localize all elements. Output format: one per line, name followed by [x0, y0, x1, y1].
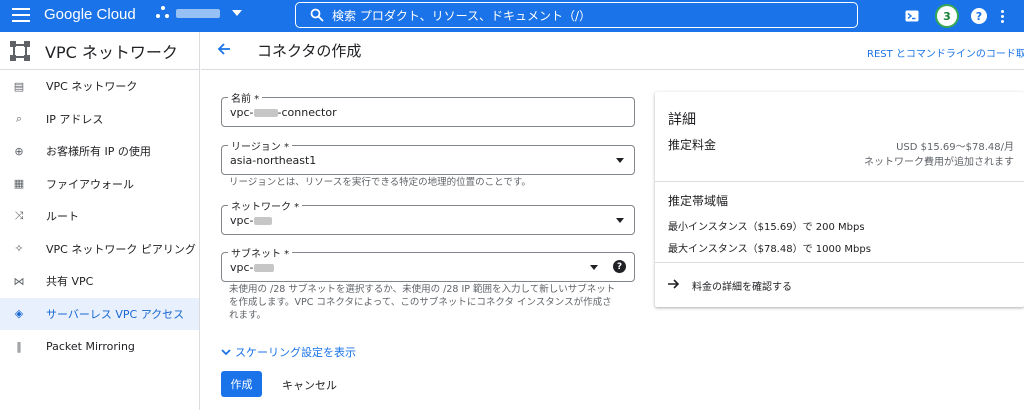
show-scaling-settings-link[interactable]: スケーリング設定を表示 [221, 344, 356, 360]
help-icon[interactable]: ? [971, 8, 987, 24]
dropdown-arrow-icon [616, 218, 624, 223]
subnet-hint-line: を作成します。VPC コネクタによって、このサブネットにコネクタ インスタンスが… [229, 297, 612, 308]
region-hint: リージョンとは、リソースを実行できる特定の地理的位置のことです。 [229, 177, 531, 188]
arrow-right-icon [668, 278, 680, 293]
chevron-down-icon [232, 10, 242, 16]
search-input[interactable]: 検索 プロダクト、リソース、ドキュメント（/） [295, 2, 858, 28]
sidebar-item-label: VPC ネットワーク [46, 80, 138, 94]
estimated-price-value: USD $15.69～$78.48/月 [896, 142, 1014, 153]
redacted-text [253, 217, 272, 225]
sidebar-item-label: ファイアウォール [46, 177, 134, 191]
ip-address-icon: ⌕ [15, 111, 23, 125]
network-cost-note: ネットワーク費用が追加されます [864, 157, 1014, 168]
vpc-networks-icon: ▤ [13, 79, 25, 93]
name-field[interactable]: 名前 * vpc- -connector [221, 90, 635, 127]
redacted-text [253, 109, 278, 117]
dropdown-arrow-icon [616, 158, 624, 163]
sidebar-nav: ▤ VPC ネットワーク ⌕ IP アドレス ⊕ お客様所有 IP の使用 ▦ ファイアウォー… [0, 70, 199, 363]
name-field-value: vpc- -connector [230, 106, 337, 119]
divider [655, 262, 1024, 263]
details-title: 詳細 [668, 112, 696, 128]
hamburger-menu-icon[interactable] [12, 8, 30, 24]
firewall-icon: ▦ [13, 177, 25, 191]
price-details-link[interactable]: 料金の詳細を確認する [668, 278, 792, 293]
sidebar-item[interactable]: ⤨ ルート [0, 200, 199, 233]
project-selector[interactable] [156, 6, 242, 20]
search-placeholder: 検索 プロダクト、リソース、ドキュメント（/） [332, 8, 592, 23]
google-cloud-logo[interactable]: Google Cloud [44, 6, 136, 23]
sidebar: VPC ネットワーク ▤ VPC ネットワーク ⌕ IP アドレス ⊕ お客様所有 IP … [0, 32, 200, 410]
shared-vpc-icon: ⋈ [13, 274, 25, 288]
scaling-link-label: スケーリング設定を表示 [235, 346, 356, 359]
routes-icon: ⤨ [14, 209, 24, 223]
notifications-badge[interactable]: 3 [937, 6, 957, 26]
bandwidth-max: 最大インスタンス（$78.48）で 1000 Mbps [668, 244, 871, 255]
serverless-icon: ◈ [14, 307, 24, 321]
help-question-icon[interactable]: ? [613, 260, 626, 273]
sidebar-item-label: サーバーレス VPC アクセス [46, 307, 185, 321]
estimated-bandwidth-title: 推定帯域幅 [668, 194, 729, 208]
bandwidth-min: 最小インスタンス（$15.69）で 200 Mbps [668, 222, 865, 233]
project-icon [156, 6, 170, 20]
sidebar-title: VPC ネットワーク [45, 42, 178, 62]
sidebar-item-label: お客様所有 IP の使用 [46, 145, 151, 159]
cloud-shell-icon[interactable] [901, 5, 923, 27]
peering-icon: ✧ [14, 242, 24, 256]
sidebar-item[interactable]: ▤ VPC ネットワーク [0, 70, 199, 103]
region-field-label: リージョン * [228, 138, 292, 153]
vpc-network-logo-icon [9, 40, 31, 62]
sidebar-item[interactable]: ✧ VPC ネットワーク ピアリング [0, 233, 199, 266]
divider [655, 181, 1024, 182]
create-button[interactable]: 作成 [221, 371, 262, 397]
sidebar-item-label: ルート [46, 210, 79, 224]
packet-mirroring-icon: ‖ [16, 339, 22, 353]
network-field-label: ネットワーク * [228, 198, 303, 213]
sidebar-item[interactable]: ◈ サーバーレス VPC アクセス [0, 297, 199, 330]
region-field-value: asia-northeast1 [230, 154, 317, 167]
subnet-field-label: サブネット * [228, 245, 293, 260]
cancel-button[interactable]: キャンセル [282, 377, 337, 393]
network-select[interactable]: ネットワーク * vpc- [221, 198, 635, 235]
page-title: コネクタの作成 [257, 42, 362, 60]
network-field-value: vpc- [230, 214, 272, 227]
sidebar-item[interactable]: ⋈ 共有 VPC [0, 265, 199, 298]
sidebar-item-label: Packet Mirroring [46, 339, 135, 353]
search-icon [310, 8, 324, 22]
price-details-link-label: 料金の詳細を確認する [692, 282, 792, 293]
sidebar-item[interactable]: ‖ Packet Mirroring [0, 330, 199, 363]
sidebar-item[interactable]: ▦ ファイアウォール [0, 168, 199, 201]
dropdown-arrow-icon [590, 265, 598, 270]
subnet-hint-line: 未使用の /28 サブネットを選択するか、未使用の /28 IP 範囲を入力して… [229, 284, 616, 295]
sidebar-header: VPC ネットワーク [0, 32, 199, 70]
sidebar-item[interactable]: ⊕ お客様所有 IP の使用 [0, 135, 199, 168]
more-options-icon[interactable] [1001, 9, 1004, 23]
sidebar-item[interactable]: ⌕ IP アドレス [0, 103, 199, 136]
name-field-label: 名前 * [228, 90, 263, 105]
region-select[interactable]: リージョン * asia-northeast1 [221, 138, 635, 175]
rest-command-line-link[interactable]: REST とコマンドラインのコード取 [867, 45, 1024, 60]
globe-icon: ⊕ [14, 144, 24, 158]
sidebar-item-label: 共有 VPC [46, 275, 94, 289]
sidebar-item-label: IP アドレス [46, 112, 104, 126]
subnet-hint-line: れます。 [229, 310, 267, 321]
sidebar-item-label: VPC ネットワーク ピアリング [46, 242, 196, 256]
page-header: コネクタの作成 REST とコマンドラインのコード取 [201, 32, 1024, 70]
estimated-price-label: 推定料金 [668, 138, 717, 152]
subnet-field-value: vpc- [230, 261, 274, 274]
chevron-down-icon [221, 346, 231, 359]
top-bar: Google Cloud 検索 プロダクト、リソース、ドキュメント（/） 3 ? [0, 0, 1024, 32]
back-arrow-icon[interactable] [217, 41, 235, 60]
project-name-redacted [176, 8, 220, 18]
subnet-hint: 未使用の /28 サブネットを選択するか、未使用の /28 IP 範囲を入力して… [229, 283, 615, 322]
redacted-text [253, 264, 274, 272]
details-card: 詳細 推定料金 USD $15.69～$78.48/月 ネットワーク費用が追加さ… [655, 92, 1024, 307]
subnet-select[interactable]: サブネット * vpc- ? [221, 245, 635, 282]
